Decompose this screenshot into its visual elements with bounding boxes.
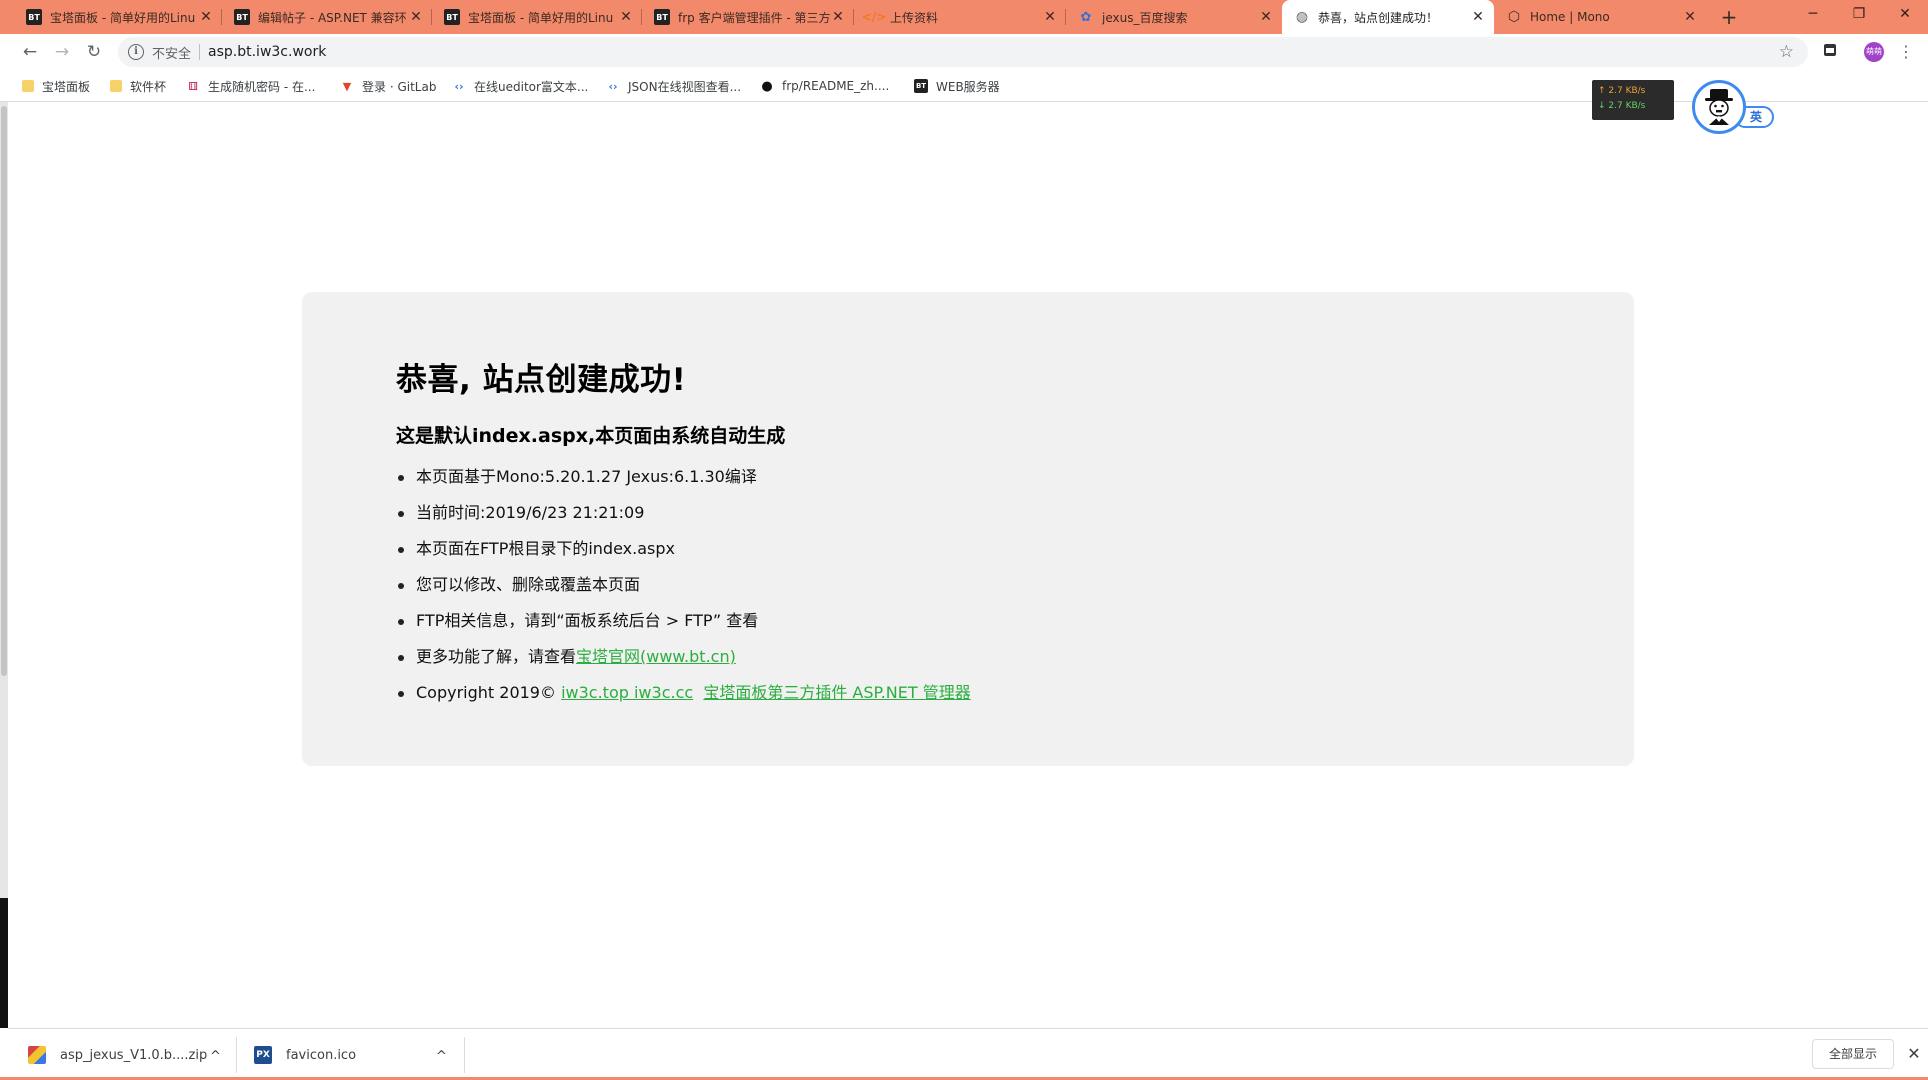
tab-8[interactable]: ⬡ Home | Mono ✕ (1494, 0, 1706, 34)
tab-title: 宝塔面板 - 简单好用的Linu (50, 10, 196, 25)
tab-close-icon[interactable]: ✕ (1682, 9, 1698, 25)
list-item: 本页面基于Mono:5.20.1.27 Jexus:6.1.30编译 (396, 466, 1540, 502)
download-filename: favicon.ico (286, 1047, 357, 1063)
iw3c-link[interactable]: iw3c.top iw3c.cc (561, 683, 693, 702)
success-card: 恭喜, 站点创建成功! 这是默认index.aspx,本页面由系统自动生成 本页… (302, 292, 1634, 766)
tab-title: jexus_百度搜索 (1102, 10, 1188, 25)
mono-icon: ⬡ (1507, 9, 1521, 25)
download-options-chevron-icon[interactable]: ^ (436, 1049, 447, 1064)
tab-2[interactable]: BT 编辑帖子 - ASP.NET 兼容环 ✕ (222, 0, 432, 34)
download-speed: ↓ 2.7 KB/s (1598, 101, 1646, 111)
list-item: FTP相关信息，请到“面板系统后台 > FTP” 查看 (396, 610, 1540, 646)
tab-5[interactable]: </> 上传资料 ✕ (854, 0, 1066, 34)
bookmark-item[interactable]: 软件杯 (110, 76, 166, 96)
tab-close-icon[interactable]: ✕ (830, 9, 846, 25)
close-shelf-icon[interactable]: ✕ (1904, 1041, 1924, 1067)
tab-close-icon[interactable]: ✕ (408, 9, 424, 25)
dice-icon: ⚅ (188, 79, 198, 93)
bt-icon: BT (914, 79, 928, 93)
bookmark-item[interactable]: ⚅ 生成随机密码 - 在... (186, 76, 315, 96)
list-item: 本页面在FTP根目录下的index.aspx (396, 538, 1540, 574)
tab-close-icon[interactable]: ✕ (1258, 9, 1274, 25)
bookmark-item[interactable]: ▼ 登录 · GitLab (340, 76, 437, 96)
download-item[interactable]: asp_jexus_V1.0.b....zip (28, 1037, 207, 1073)
tab-title: 恭喜，站点创建成功！ (1318, 10, 1439, 25)
tab-close-icon[interactable]: ✕ (198, 9, 214, 25)
bookmark-item[interactable]: 宝塔面板 (22, 76, 90, 96)
chaplin-avatar-icon[interactable] (1692, 80, 1746, 134)
address-bar[interactable]: i 不安全 asp.bt.iw3c.work ☆ (118, 37, 1808, 67)
tab-1[interactable]: BT 宝塔面板 - 简单好用的Linu ✕ (14, 0, 222, 34)
aspnet-manager-link[interactable]: 宝塔面板第三方插件 ASP.NET 管理器 (703, 683, 970, 702)
baidu-paw-icon: ✿ (1080, 9, 1092, 25)
tab-close-icon[interactable]: ✕ (618, 9, 634, 25)
profile-avatar[interactable]: 萌萌 (1864, 42, 1884, 62)
tab-6[interactable]: ✿ jexus_百度搜索 ✕ (1066, 0, 1282, 34)
back-button[interactable]: ← (16, 38, 44, 66)
bt-icon: BT (234, 9, 250, 25)
minimize-button[interactable]: ─ (1790, 0, 1836, 30)
tab-4[interactable]: BT frp 客户端管理插件 - 第三方 ✕ (642, 0, 854, 34)
bookmark-star-icon[interactable]: ☆ (1779, 42, 1794, 62)
tab-title: 上传资料 (890, 10, 939, 25)
download-shelf: asp_jexus_V1.0.b....zip ^ PX favicon.ico… (8, 1028, 1928, 1080)
tab-title: Home | Mono (1530, 10, 1610, 24)
tab-close-icon[interactable]: ✕ (1470, 9, 1486, 25)
new-tab-button[interactable]: + (1716, 4, 1742, 30)
px-file-icon: PX (254, 1046, 272, 1064)
list-item: 当前时间:2019/6/23 21:21:09 (396, 502, 1540, 538)
security-label[interactable]: 不安全 (152, 43, 191, 62)
list-item: 您可以修改、删除或覆盖本页面 (396, 574, 1540, 610)
list-item: Copyright 2019© iw3c.top iw3c.cc 宝塔面板第三方… (396, 682, 1540, 718)
globe-icon: ◍ (1295, 9, 1309, 25)
download-item[interactable]: PX favicon.ico (254, 1037, 356, 1073)
code-arrows-icon: ‹› (608, 79, 618, 93)
extension-icon[interactable] (1820, 42, 1840, 62)
tab-title: 宝塔面板 - 简单好用的Linu (468, 10, 614, 25)
folder-icon (22, 80, 34, 92)
gitlab-fox-icon: ▼ (342, 79, 352, 93)
list-item: 更多功能了解，请查看宝塔官网(www.bt.cn) (396, 646, 1540, 682)
forward-button[interactable]: → (48, 38, 76, 66)
code-icon: </> (861, 10, 887, 24)
browser-toolbar: ← → ↻ i 不安全 asp.bt.iw3c.work ☆ 萌萌 ⋮ (0, 34, 1928, 70)
url-text[interactable]: asp.bt.iw3c.work (208, 44, 326, 60)
download-options-chevron-icon[interactable]: ^ (210, 1049, 221, 1064)
bookmark-item[interactable]: ‹› 在线ueditor富文本... (452, 76, 588, 96)
info-list: 本页面基于Mono:5.20.1.27 Jexus:6.1.30编译 当前时间:… (396, 466, 1540, 718)
upload-speed: ↑ 2.7 KB/s (1598, 86, 1646, 96)
github-icon: ● (761, 78, 773, 94)
page-subtitle: 这是默认index.aspx,本页面由系统自动生成 (396, 425, 786, 447)
tab-strip: BT 宝塔面板 - 简单好用的Linu ✕ BT 编辑帖子 - ASP.NET … (0, 0, 1928, 34)
bt-icon: BT (654, 9, 670, 25)
window-close-button[interactable]: ✕ (1882, 0, 1928, 30)
download-filename: asp_jexus_V1.0.b....zip (60, 1047, 208, 1063)
bookmark-item[interactable]: BT WEB服务器 (914, 76, 1000, 96)
tab-close-icon[interactable]: ✕ (1042, 9, 1058, 25)
page-title: 恭喜, 站点创建成功! (396, 362, 687, 398)
info-icon[interactable]: i (128, 44, 144, 60)
network-speed-widget: ↑ 2.7 KB/s ↓ 2.7 KB/s (1592, 80, 1674, 120)
page-left-strip (0, 102, 8, 1028)
tab-title: 编辑帖子 - ASP.NET 兼容环 (258, 10, 407, 25)
code-arrows-icon: ‹› (454, 79, 464, 93)
reload-button[interactable]: ↻ (80, 38, 108, 66)
scrollbar-thumb[interactable] (1, 106, 7, 676)
tab-title: frp 客户端管理插件 - 第三方 (678, 10, 830, 25)
bt-icon: BT (26, 9, 42, 25)
show-all-downloads-button[interactable]: 全部显示 (1812, 1039, 1894, 1069)
tab-3[interactable]: BT 宝塔面板 - 简单好用的Linu ✕ (432, 0, 642, 34)
bookmark-item[interactable]: ● frp/README_zh.... (760, 76, 889, 96)
tab-7-active[interactable]: ◍ 恭喜，站点创建成功！ ✕ (1282, 0, 1494, 34)
bookmark-item[interactable]: ‹› JSON在线视图查看... (606, 76, 741, 96)
folder-icon (110, 80, 122, 92)
zip-archive-icon (28, 1046, 46, 1064)
restore-button[interactable]: ❐ (1836, 0, 1882, 30)
bt-official-link[interactable]: 宝塔官网(www.bt.cn) (576, 647, 736, 666)
bt-icon: BT (444, 9, 460, 25)
menu-kebab-icon[interactable]: ⋮ (1898, 40, 1914, 64)
